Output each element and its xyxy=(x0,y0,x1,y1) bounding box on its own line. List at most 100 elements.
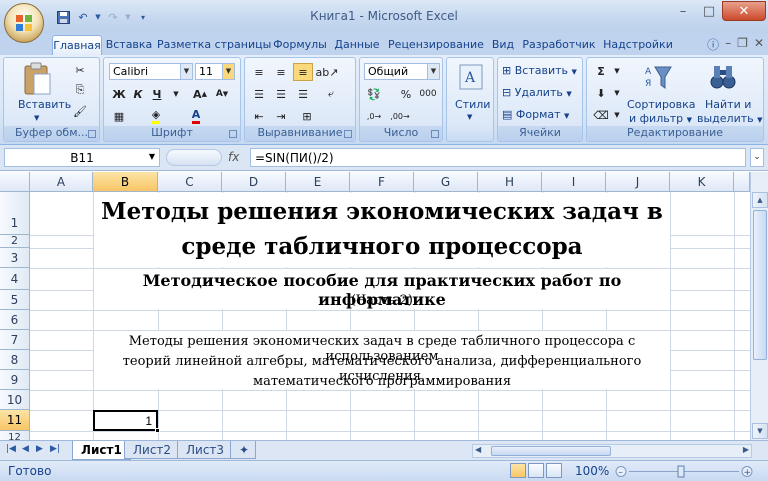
tab-review[interactable]: Рецензирование xyxy=(386,35,486,55)
wrap-text-icon[interactable]: ⤶ xyxy=(321,85,341,103)
align-right-icon[interactable]: ☰ xyxy=(293,85,313,103)
insert-function-icon[interactable]: fx xyxy=(228,150,239,164)
name-box[interactable]: B11 ▼ xyxy=(4,148,160,167)
formula-input[interactable]: =SIN(ПИ()/2) xyxy=(250,148,746,167)
next-sheet-icon[interactable]: ▶ xyxy=(36,444,43,454)
insert-cells-button[interactable]: ⊞ Вставить ▼ xyxy=(502,64,577,77)
chevron-down-icon[interactable]: ▼ xyxy=(149,152,155,161)
format-painter-icon[interactable]: 🖌 xyxy=(70,102,90,120)
scroll-right-arrow[interactable]: ▶ xyxy=(743,445,749,454)
formula-bar-resize-handle[interactable] xyxy=(166,149,222,166)
currency-icon[interactable]: 💱 xyxy=(364,85,384,103)
decrease-decimal-icon[interactable]: ,00→ xyxy=(390,107,410,125)
sheet-tab-1[interactable]: Лист1 xyxy=(72,441,131,460)
page-layout-view-button[interactable] xyxy=(528,463,544,478)
zoom-slider[interactable]: – + xyxy=(615,465,755,478)
zoom-level[interactable]: 100% xyxy=(575,464,609,478)
dialog-launcher-icon[interactable] xyxy=(88,130,96,138)
chevron-down-icon[interactable]: ▼ xyxy=(166,85,186,103)
row-header[interactable]: 6 xyxy=(0,310,30,330)
font-color-icon[interactable]: A xyxy=(186,107,206,125)
styles-icon[interactable]: A xyxy=(459,64,483,90)
row-header[interactable]: 3 xyxy=(0,248,30,268)
thousands-icon[interactable]: 000 xyxy=(418,85,438,103)
help-icon[interactable]: ⓘ xyxy=(707,36,719,53)
scroll-up-arrow[interactable]: ▲ xyxy=(752,192,768,208)
delete-cells-button[interactable]: ⊟ Удалить ▼ xyxy=(502,86,572,99)
number-format-combo[interactable]: Общий ▼ xyxy=(364,63,440,80)
row-header[interactable]: 5 xyxy=(0,290,30,310)
sheet-tab-3[interactable]: Лист3 xyxy=(177,441,234,459)
dialog-launcher-icon[interactable] xyxy=(431,130,439,138)
bold-button[interactable]: Ж xyxy=(109,85,129,103)
worksheet-grid[interactable]: A B C D E F G H I J K 1 2 3 4 5 6 7 8 9 … xyxy=(0,172,750,440)
column-header[interactable]: B xyxy=(93,172,158,192)
chevron-down-icon[interactable]: ▼ xyxy=(607,84,627,102)
column-header[interactable]: C xyxy=(158,172,222,192)
row-header[interactable]: 8 xyxy=(0,350,30,370)
fill-color-icon[interactable]: ◈ xyxy=(146,107,166,125)
chevron-down-icon[interactable]: ▼ xyxy=(607,62,627,80)
column-header[interactable]: G xyxy=(414,172,478,192)
row-header[interactable]: 10 xyxy=(0,390,30,410)
paste-button[interactable]: Вставить xyxy=(18,98,71,111)
last-sheet-icon[interactable]: ▶| xyxy=(50,444,60,454)
italic-button[interactable]: К xyxy=(128,85,148,103)
close-button[interactable]: ✕ xyxy=(722,1,766,21)
binoculars-icon[interactable] xyxy=(709,62,737,92)
row-header[interactable]: 12 xyxy=(0,431,30,440)
decrease-indent-icon[interactable]: ⇤ xyxy=(249,107,269,125)
page-break-view-button[interactable] xyxy=(546,463,562,478)
percent-icon[interactable]: % xyxy=(396,85,416,103)
align-center-icon[interactable]: ☰ xyxy=(271,85,291,103)
select-all-corner[interactable] xyxy=(0,172,30,192)
increase-decimal-icon[interactable]: ,0→ xyxy=(364,107,384,125)
tab-home[interactable]: Главная xyxy=(52,35,102,55)
scroll-left-arrow[interactable]: ◀ xyxy=(475,445,481,454)
column-header[interactable]: A xyxy=(30,172,93,192)
chevron-down-icon[interactable]: ▼ xyxy=(34,114,39,122)
sort-filter-button[interactable]: и фильтр ▼ xyxy=(629,112,692,125)
row-header[interactable]: 2 xyxy=(0,235,30,248)
scroll-thumb[interactable] xyxy=(753,210,767,360)
insert-sheet-icon[interactable]: ✦ xyxy=(230,441,256,459)
align-bottom-icon[interactable]: ≡ xyxy=(293,63,313,81)
cut-icon[interactable]: ✂ xyxy=(70,61,90,79)
column-header[interactable]: E xyxy=(286,172,350,192)
shrink-font-icon[interactable]: A ▼ xyxy=(212,85,232,103)
column-header[interactable]: H xyxy=(478,172,542,192)
dialog-launcher-icon[interactable] xyxy=(344,130,352,138)
column-header[interactable]: F xyxy=(350,172,414,192)
font-name-combo[interactable]: Calibri ▼ xyxy=(109,63,193,80)
active-cell-b11[interactable]: 1 xyxy=(93,410,160,433)
styles-button[interactable]: Стили xyxy=(455,98,490,111)
underline-button[interactable]: Ч xyxy=(147,85,167,103)
sort-filter-icon[interactable]: AЯ xyxy=(644,62,672,92)
row-header[interactable]: 7 xyxy=(0,330,30,350)
tab-formulas[interactable]: Формулы xyxy=(271,35,329,55)
font-size-combo[interactable]: 11 ▼ xyxy=(195,63,235,80)
borders-icon[interactable]: ▦ xyxy=(109,107,129,125)
prev-sheet-icon[interactable]: ◀ xyxy=(22,444,29,454)
tab-view[interactable]: Вид xyxy=(489,35,517,55)
paste-icon[interactable] xyxy=(22,62,52,96)
maximize-button[interactable]: □ xyxy=(696,1,722,21)
minimize-button[interactable]: – xyxy=(670,1,696,21)
chevron-down-icon[interactable]: ▼ xyxy=(607,106,627,124)
row-header[interactable]: 4 xyxy=(0,268,30,290)
sheet-tab-2[interactable]: Лист2 xyxy=(124,441,181,459)
sort-filter-label-1[interactable]: Сортировка xyxy=(627,98,696,111)
column-header[interactable]: K xyxy=(670,172,734,192)
align-left-icon[interactable]: ☰ xyxy=(249,85,269,103)
row-header[interactable]: 1 xyxy=(0,192,30,235)
find-select-label-1[interactable]: Найти и xyxy=(705,98,751,111)
scroll-down-arrow[interactable]: ▼ xyxy=(752,423,768,439)
chevron-down-icon[interactable]: ▼ xyxy=(467,113,472,121)
tab-page-layout[interactable]: Разметка страницы xyxy=(157,35,271,55)
align-middle-icon[interactable]: ≡ xyxy=(271,63,291,81)
increase-indent-icon[interactable]: ⇥ xyxy=(271,107,291,125)
tab-data[interactable]: Данные xyxy=(331,35,383,55)
grow-font-icon[interactable]: A ▲ xyxy=(190,85,210,103)
copy-icon[interactable]: ⎘ xyxy=(70,81,90,99)
format-cells-button[interactable]: ▤ Формат ▼ xyxy=(502,108,569,121)
